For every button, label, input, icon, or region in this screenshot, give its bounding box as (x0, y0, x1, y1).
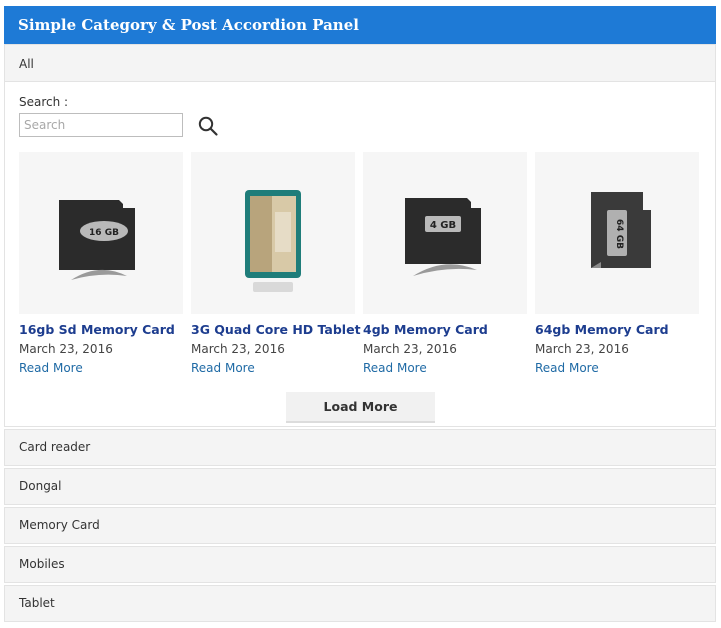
memory-card-image: 16 GB (59, 200, 135, 280)
accordion-item-mobiles[interactable]: Mobiles (4, 546, 716, 583)
search-input[interactable] (19, 113, 183, 137)
post-card: 16 GB 16gb Sd Memory Card March 23, 2016… (19, 152, 185, 376)
post-date: March 23, 2016 (535, 342, 629, 356)
accordion-item-label: Tablet (19, 596, 55, 610)
read-more-link[interactable]: Read More (535, 361, 599, 375)
post-thumbnail[interactable]: 4 GB (363, 152, 527, 314)
post-card: 4 GB 4gb Memory Card March 23, 2016 Read… (363, 152, 529, 376)
post-card: 64 GB 64gb Memory Card March 23, 2016 Re… (535, 152, 701, 376)
post-date: March 23, 2016 (191, 342, 285, 356)
post-title[interactable]: 3G Quad Core HD Tablet (191, 322, 361, 337)
accordion-item-label: Card reader (19, 440, 91, 454)
post-card: 3G Quad Core HD Tablet March 23, 2016 Re… (191, 152, 361, 376)
accordion-item-label: Memory Card (19, 518, 100, 532)
image-label: 4 GB (430, 220, 456, 231)
accordion-panel: Simple Category & Post Accordion Panel A… (4, 6, 716, 622)
search-label: Search : (19, 95, 69, 109)
post-title[interactable]: 16gb Sd Memory Card (19, 322, 185, 337)
tablet-image (245, 190, 301, 292)
accordion-item-tablet[interactable]: Tablet (4, 585, 716, 622)
accordion-item-label: All (19, 57, 34, 71)
read-more-link[interactable]: Read More (191, 361, 255, 375)
accordion-item-all[interactable]: All (4, 44, 716, 82)
post-date: March 23, 2016 (19, 342, 113, 356)
accordion-item-label: Dongal (19, 479, 62, 493)
post-date: March 23, 2016 (363, 342, 457, 356)
memory-card-image: 64 GB (591, 192, 651, 268)
memory-card-image: 4 GB (405, 198, 481, 276)
load-more-button[interactable]: Load More (286, 392, 435, 423)
accordion-item-memory-card[interactable]: Memory Card (4, 507, 716, 544)
image-label: 64 GB (614, 219, 624, 249)
accordion-item-label: Mobiles (19, 557, 65, 571)
post-title[interactable]: 64gb Memory Card (535, 322, 701, 337)
image-label: 16 GB (89, 228, 119, 238)
accordion-item-dongal[interactable]: Dongal (4, 468, 716, 505)
panel-title: Simple Category & Post Accordion Panel (4, 6, 716, 44)
post-thumbnail[interactable] (191, 152, 355, 314)
accordion-content: Search : 16 GB 16gb Sd Memory Card March… (4, 82, 716, 427)
post-thumbnail[interactable]: 16 GB (19, 152, 183, 314)
read-more-link[interactable]: Read More (19, 361, 83, 375)
post-thumbnail[interactable]: 64 GB (535, 152, 699, 314)
read-more-link[interactable]: Read More (363, 361, 427, 375)
search-icon[interactable] (197, 115, 219, 137)
post-title[interactable]: 4gb Memory Card (363, 322, 529, 337)
accordion-item-card-reader[interactable]: Card reader (4, 429, 716, 466)
